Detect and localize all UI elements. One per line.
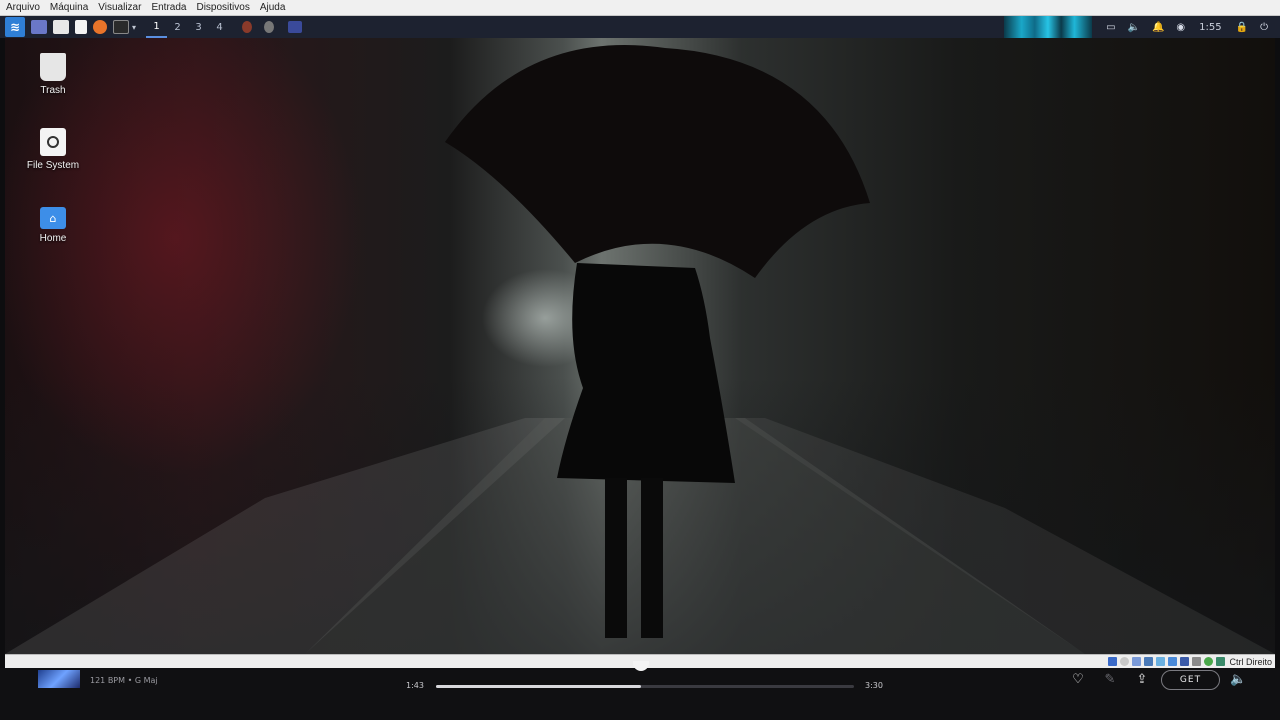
mouse-icon[interactable] — [1216, 657, 1226, 666]
time-elapsed: 1:43 — [406, 681, 424, 690]
workspace-1[interactable]: 1 — [146, 16, 168, 38]
player-bar: 121 BPM • G Maj 1:43 3:30 ♡ ✎ ⇪ GET 🔈 — [0, 661, 1280, 720]
home-folder-icon: ⌂ — [40, 207, 66, 229]
desktop-icon-label: File System — [26, 160, 80, 171]
display-icon[interactable]: ▭ — [1106, 22, 1115, 33]
workspace-4[interactable]: 4 — [209, 16, 230, 38]
like-heart-icon[interactable]: ♡ — [1070, 672, 1086, 688]
edit-icon[interactable]: ✎ — [1102, 672, 1118, 688]
task-window-icon[interactable] — [288, 21, 303, 33]
chevron-down-icon[interactable]: ▾ — [132, 23, 136, 32]
clock[interactable]: 1:55 — [1199, 22, 1221, 33]
top-panel: ≋ ▾ 1 2 3 4 ▭ 🔈 🔔 ◉ 1:55 🔒 ⏻ — [0, 16, 1280, 38]
recording-icon[interactable] — [1192, 657, 1202, 666]
host-key-label: Ctrl Direito — [1229, 656, 1272, 667]
logout-icon[interactable]: ⏻ — [1260, 22, 1268, 33]
menu-maquina[interactable]: Máquina — [50, 2, 88, 13]
cpu-icon[interactable] — [1204, 657, 1214, 666]
menu-entrada[interactable]: Entrada — [151, 2, 186, 13]
document-icon[interactable] — [75, 20, 87, 34]
display-icon[interactable] — [1180, 657, 1190, 666]
notification-bell-icon[interactable]: 🔔 — [1152, 22, 1164, 33]
desktop-icon-trash[interactable]: Trash — [18, 53, 88, 96]
drive-icon — [40, 128, 66, 156]
desktop-icon-home[interactable]: ⌂ Home — [18, 203, 88, 244]
volume-icon[interactable]: 🔈 — [1128, 22, 1140, 33]
track-meta: 121 BPM • G Maj — [90, 676, 158, 685]
album-art[interactable] — [38, 670, 80, 688]
time-total: 3:30 — [865, 681, 883, 690]
usb-icon[interactable] — [1156, 657, 1166, 666]
trash-icon — [40, 53, 66, 81]
workspace-switcher: 1 2 3 4 — [146, 16, 230, 38]
menu-ajuda[interactable]: Ajuda — [260, 2, 286, 13]
progress-fill — [436, 685, 641, 688]
hdd-icon[interactable] — [1108, 657, 1118, 666]
optical-icon[interactable] — [1120, 657, 1130, 666]
desktop-icon-label: Trash — [40, 85, 66, 96]
volume-icon[interactable]: 🔈 — [1230, 672, 1246, 688]
cpu-graph — [1004, 16, 1093, 38]
workspace-2[interactable]: 2 — [167, 16, 188, 38]
progress-bar[interactable] — [436, 685, 854, 688]
desktop-icon-file-system[interactable]: File System — [18, 128, 88, 171]
desktop-icon-label: Home — [39, 233, 67, 244]
task-firefox-icon[interactable] — [242, 21, 253, 33]
panel-right: ▭ 🔈 🔔 ◉ 1:55 🔒 ⏻ — [1004, 16, 1274, 38]
network-icon[interactable]: ◉ — [1176, 22, 1185, 33]
workspace-3[interactable]: 3 — [188, 16, 209, 38]
network-icon[interactable] — [1144, 657, 1154, 666]
lock-icon[interactable]: 🔒 — [1236, 22, 1248, 33]
files-icon[interactable] — [53, 20, 69, 34]
xfce-menu-icon[interactable]: ≋ — [5, 17, 25, 37]
terminal-icon[interactable] — [113, 20, 129, 34]
audio-icon[interactable] — [1132, 657, 1142, 666]
vm-menu-bar: Arquivo Máquina Visualizar Entrada Dispo… — [0, 0, 1280, 16]
wallpaper-silhouette — [5, 45, 1275, 654]
task-app-icon[interactable] — [264, 21, 275, 33]
menu-dispositivos[interactable]: Dispositivos — [196, 2, 249, 13]
desktop-icon[interactable] — [31, 20, 47, 34]
shared-folder-icon[interactable] — [1168, 657, 1178, 666]
screen: Arquivo Máquina Visualizar Entrada Dispo… — [0, 0, 1280, 720]
share-icon[interactable]: ⇪ — [1134, 672, 1150, 688]
firefox-icon[interactable] — [93, 20, 107, 34]
desktop: Trash File System ⌂ Home — [5, 38, 1275, 654]
progress-handle[interactable] — [632, 661, 649, 671]
menu-visualizar[interactable]: Visualizar — [98, 2, 141, 13]
menu-arquivo[interactable]: Arquivo — [6, 2, 40, 13]
get-button[interactable]: GET — [1161, 670, 1220, 690]
